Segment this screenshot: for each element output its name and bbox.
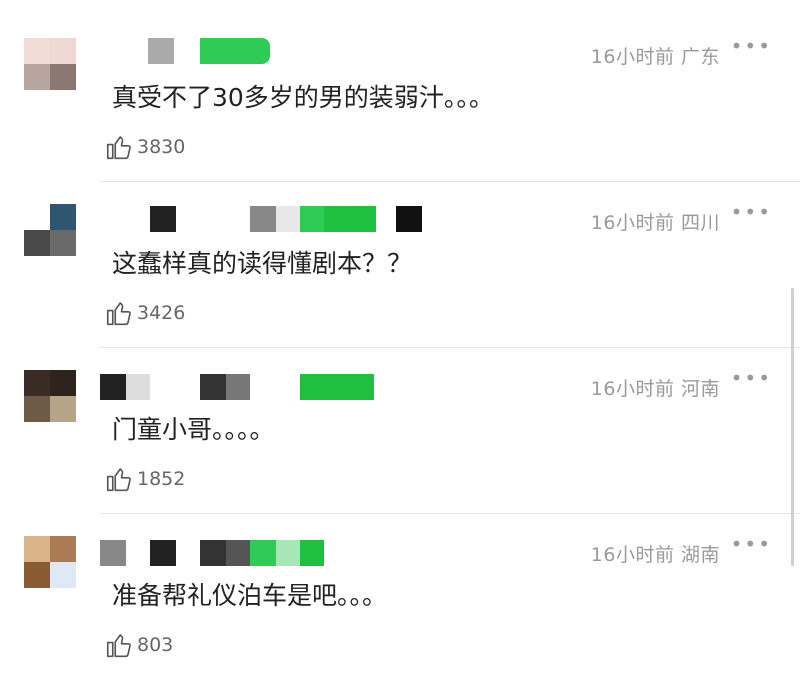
comment-item: 16小时前 广东 ••• 真受不了30多岁的男的装弱汁。。。 3830 xyxy=(0,16,800,182)
avatar-pixel xyxy=(50,64,76,90)
comment-text: 准备帮礼仪泊车是吧。。。 xyxy=(112,581,388,610)
thumbs-up-icon xyxy=(106,468,131,492)
username-blurred[interactable] xyxy=(100,206,422,232)
like-count: 803 xyxy=(137,634,174,656)
comment-text: 这蠢样真的读得懂剧本？？ xyxy=(112,249,413,278)
thumbs-up-icon xyxy=(106,136,131,160)
thumbs-up-icon xyxy=(106,634,131,658)
avatar-pixel xyxy=(50,396,76,422)
time-location: 16小时前 广东 xyxy=(590,46,720,68)
avatar[interactable] xyxy=(24,370,76,422)
avatar-pixel xyxy=(50,204,76,230)
avatar-pixel xyxy=(24,370,50,396)
like-count: 3830 xyxy=(137,136,186,158)
comment-item: 16小时前 河南 ••• 门童小哥。。。。 1852 xyxy=(0,348,800,514)
like-button[interactable]: 803 xyxy=(104,630,173,660)
avatar[interactable] xyxy=(24,536,76,588)
scrollbar[interactable] xyxy=(791,288,794,566)
like-button[interactable]: 3830 xyxy=(104,132,185,162)
avatar-pixel xyxy=(24,38,50,64)
username-blurred[interactable] xyxy=(100,38,270,64)
more-dots-icon[interactable]: ••• xyxy=(731,366,772,390)
avatar-pixel xyxy=(50,230,76,256)
time-location: 16小时前 四川 xyxy=(590,212,720,234)
like-count: 1852 xyxy=(137,468,186,490)
time-location: 16小时前 河南 xyxy=(590,378,720,400)
avatar-pixel xyxy=(24,204,50,230)
avatar-pixel xyxy=(50,38,76,64)
comment-text: 真受不了30多岁的男的装弱汁。。。 xyxy=(112,83,494,112)
avatar-pixel xyxy=(24,396,50,422)
avatar-pixel xyxy=(24,562,50,588)
comment-text: 门童小哥。。。。 xyxy=(112,415,275,444)
comment-item: 16小时前 湖南 ••• 准备帮礼仪泊车是吧。。。 803 xyxy=(0,514,800,680)
like-count: 3426 xyxy=(137,302,186,324)
avatar-pixel xyxy=(50,536,76,562)
avatar[interactable] xyxy=(24,38,76,90)
avatar-pixel xyxy=(24,230,50,256)
comment-item: 16小时前 四川 ••• 这蠢样真的读得懂剧本？？ 3426 xyxy=(0,182,800,348)
thumbs-up-icon xyxy=(106,302,131,326)
like-button[interactable]: 1852 xyxy=(104,464,185,494)
avatar[interactable] xyxy=(24,204,76,256)
more-dots-icon[interactable]: ••• xyxy=(731,200,772,224)
like-button[interactable]: 3426 xyxy=(104,298,185,328)
avatar-pixel xyxy=(24,64,50,90)
avatar-pixel xyxy=(24,536,50,562)
more-dots-icon[interactable]: ••• xyxy=(731,532,772,556)
username-blurred[interactable] xyxy=(100,540,324,566)
username-blurred[interactable] xyxy=(100,374,374,400)
avatar-pixel xyxy=(50,562,76,588)
more-dots-icon[interactable]: ••• xyxy=(731,34,772,58)
avatar-pixel xyxy=(50,370,76,396)
time-location: 16小时前 湖南 xyxy=(590,544,720,566)
